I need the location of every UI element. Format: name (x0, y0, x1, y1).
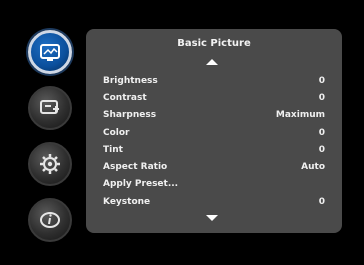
menu-item-label: Tint (103, 144, 123, 155)
settings-menu-button[interactable] (28, 142, 72, 186)
menu-item-label: Apply Preset... (103, 179, 179, 190)
scroll-up-arrow-icon[interactable] (206, 59, 218, 65)
menu-item-label: Aspect Ratio (103, 162, 168, 173)
menu-item-apply-preset[interactable]: Apply Preset... (103, 176, 325, 193)
menu-item-contrast[interactable]: Contrast 0 (103, 89, 325, 106)
menu-item-label: Brightness (103, 75, 158, 86)
menu-item-label: Sharpness (103, 110, 157, 121)
setup-menu-button[interactable] (28, 86, 72, 130)
info-icon (40, 212, 60, 228)
menu-item-label: Keystone (103, 196, 151, 207)
menu-item-value: 0 (318, 92, 325, 103)
osd-sidebar (20, 26, 80, 242)
menu-item-color[interactable]: Color 0 (103, 124, 325, 141)
menu-item-aspect-ratio[interactable]: Aspect Ratio Auto (103, 158, 325, 175)
menu-item-value: 0 (318, 144, 325, 155)
info-menu-button[interactable] (28, 198, 72, 242)
scroll-down-arrow-icon[interactable] (206, 215, 218, 221)
menu-item-value: 0 (318, 196, 325, 207)
menu-item-value: 0 (318, 127, 325, 138)
menu-item-brightness[interactable]: Brightness 0 (103, 72, 325, 89)
picture-menu-button[interactable] (28, 30, 72, 74)
menu-item-sharpness[interactable]: Sharpness Maximum (103, 107, 325, 124)
menu-item-keystone[interactable]: Keystone 0 (103, 193, 325, 210)
menu-list: Brightness 0 Contrast 0 Sharpness Maximu… (103, 72, 325, 210)
menu-item-value: Auto (301, 162, 325, 173)
menu-item-value: Maximum (275, 110, 325, 121)
menu-item-value: 0 (318, 75, 325, 86)
menu-item-label: Contrast (103, 92, 147, 103)
picture-icon (40, 44, 60, 61)
menu-title: Basic Picture (177, 38, 251, 49)
gear-icon (40, 154, 60, 174)
menu-item-label: Color (103, 127, 130, 138)
basic-picture-panel: Basic Picture Brightness 0 Contrast 0 Sh… (86, 29, 342, 233)
menu-item-tint[interactable]: Tint 0 (103, 141, 325, 158)
setup-icon (40, 100, 59, 114)
